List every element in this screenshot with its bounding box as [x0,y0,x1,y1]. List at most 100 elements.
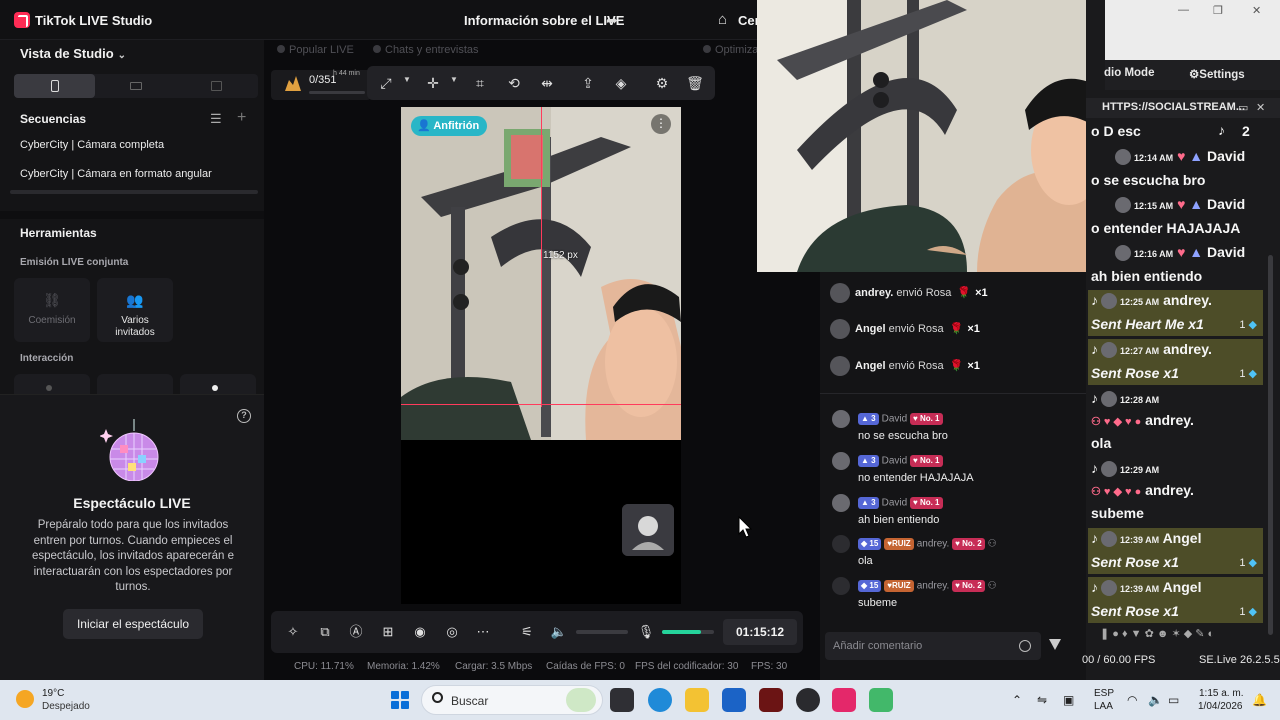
speaker-icon[interactable]: 🔈 [550,624,568,640]
interaction-card[interactable] [14,374,90,396]
gift-user[interactable]: andrey. [855,287,893,299]
volume-slider[interactable] [576,630,628,634]
adjust-icon[interactable]: ⚟ [518,624,536,640]
popout-icon[interactable]: ▭ [1238,101,1248,114]
flip-icon[interactable]: ⇹ [538,74,556,92]
avatar[interactable] [832,452,850,470]
more-icon[interactable]: ⋯ [474,624,492,640]
maximize-icon[interactable]: ❐ [1213,4,1223,17]
chevron-down-icon[interactable]: ▼ [450,75,458,84]
wifi-icon[interactable]: ◠ [1127,693,1137,707]
sequence-item[interactable]: CyberCity | Cámara en formato angular [20,168,212,180]
terminal-app-icon[interactable] [610,688,634,712]
message-user[interactable]: David [882,456,908,467]
avatar[interactable] [832,494,850,512]
tab-popular-live[interactable]: Popular LIVE [277,44,354,56]
close-icon[interactable]: ✕ [1252,4,1261,17]
avatar[interactable] [832,535,850,553]
gift-time: h 44 min [333,70,360,77]
tab-chats[interactable]: Chats y entrevistas [373,44,479,56]
settings-icon[interactable]: ⚙ [653,74,671,92]
screen-share-icon[interactable]: ⧉ [316,624,334,640]
shield-app-icon[interactable] [759,688,783,712]
obs-app-icon[interactable] [796,688,820,712]
studio-view-dropdown[interactable]: Vista de Studio ⌄ [20,46,126,61]
clock-date[interactable]: 1/04/2026 [1198,701,1243,712]
share-icon[interactable]: ➦ [606,12,618,29]
dual-mode-button[interactable] [176,74,257,98]
emoji-icon[interactable] [1019,640,1031,652]
chevron-up-icon[interactable]: ⌃ [1012,693,1022,707]
weather-desc[interactable]: Despejado [42,701,90,712]
flower-widget-icon[interactable] [566,688,596,712]
help-icon[interactable]: ? [237,409,251,423]
message-user[interactable]: David [882,414,908,425]
guest-thumbnail[interactable] [622,504,674,556]
file-explorer-icon[interactable] [685,688,709,712]
avatar[interactable] [830,319,850,339]
interaction-card[interactable] [180,374,256,396]
position-icon[interactable]: ✛ [424,74,442,92]
avatar[interactable] [830,356,850,376]
multi-guest-card[interactable]: 👥 Varios invitados [97,278,173,342]
avatar[interactable] [832,577,850,595]
minimize-icon[interactable]: — [1178,4,1189,16]
live-preview[interactable]: 👤 Anfitrión ⋮ 1152 px [401,107,681,604]
region-label[interactable]: LAA [1094,701,1113,712]
ai-icon[interactable]: Ⓐ [347,624,365,640]
edge-browser-icon[interactable] [648,688,672,712]
notification-bell-icon[interactable]: 🔔 [1252,693,1267,707]
send-icon[interactable] [1049,639,1061,650]
close-icon[interactable]: ✕ [1256,101,1265,114]
volume-icon[interactable]: 🔈 [1148,693,1163,707]
tab-optimize[interactable]: Optimiza [703,44,758,56]
gift-user[interactable]: Angel [855,323,886,335]
magic-wand-icon[interactable]: ✧ [284,624,302,640]
battery-icon[interactable]: ▭ [1168,693,1179,707]
chevron-down-icon[interactable]: ▼ [403,75,411,84]
mic-level-slider[interactable] [662,630,714,634]
windows-start-icon[interactable] [391,691,409,709]
avatar[interactable] [830,283,850,303]
scrollbar[interactable] [1268,255,1273,635]
microphone-icon[interactable]: 🎙 [637,624,655,640]
gift-user[interactable]: Angel [855,360,886,372]
landscape-mode-button[interactable] [95,74,176,98]
add-source-icon[interactable]: ⊞ [379,624,397,640]
home-icon[interactable]: ⌂ [718,11,727,28]
add-icon[interactable]: + [237,109,246,127]
record-icon[interactable]: ◉ [411,624,429,640]
list-icon[interactable]: ☰ [210,111,222,127]
layers-icon[interactable]: ◈ [612,74,630,92]
live-info-link[interactable]: Información sobre el LIVE [464,13,624,28]
store-app-icon[interactable] [722,688,746,712]
weather-temp[interactable]: 19°C [42,688,64,699]
start-show-button[interactable]: Iniciar el espectáculo [63,609,203,639]
scroll-indicator[interactable] [10,190,258,194]
message-user[interactable]: David [882,498,908,509]
language-label[interactable]: ESP [1094,688,1114,699]
chat-app-icon[interactable] [869,688,893,712]
display-icon[interactable]: ▣ [1063,693,1074,707]
avatar[interactable] [832,410,850,428]
message-user[interactable]: andrey. [917,539,950,550]
network-app-icon[interactable]: ⇋ [1037,693,1047,707]
settings-button[interactable]: ⚙Settings [1189,67,1245,81]
capture-icon[interactable]: ◎ [443,624,461,640]
layer-up-icon[interactable]: ⇪ [579,74,597,92]
message-user[interactable]: andrey. [917,581,950,592]
crop-icon[interactable]: ⌗ [471,74,489,92]
weather-moon-icon[interactable] [16,690,34,708]
portrait-mode-button[interactable] [14,74,95,98]
fit-screen-icon[interactable]: ⤢ [377,74,395,92]
delete-icon[interactable]: 🗑 [686,74,704,92]
clock-time[interactable]: 1:15 a. m. [1199,688,1243,699]
tiktok-app-icon[interactable] [832,688,856,712]
interaction-card[interactable] [97,374,173,396]
rotate-icon[interactable]: ⟲ [505,74,523,92]
coemission-card[interactable]: ⛓ Coemisión [14,278,90,342]
more-options-icon[interactable]: ⋮ [651,114,671,134]
sequence-item[interactable]: CyberCity | Cámara completa [20,139,164,151]
comment-input[interactable]: Añadir comentario [825,632,1041,660]
audio-mode-button[interactable]: dio Mode [1104,67,1154,79]
